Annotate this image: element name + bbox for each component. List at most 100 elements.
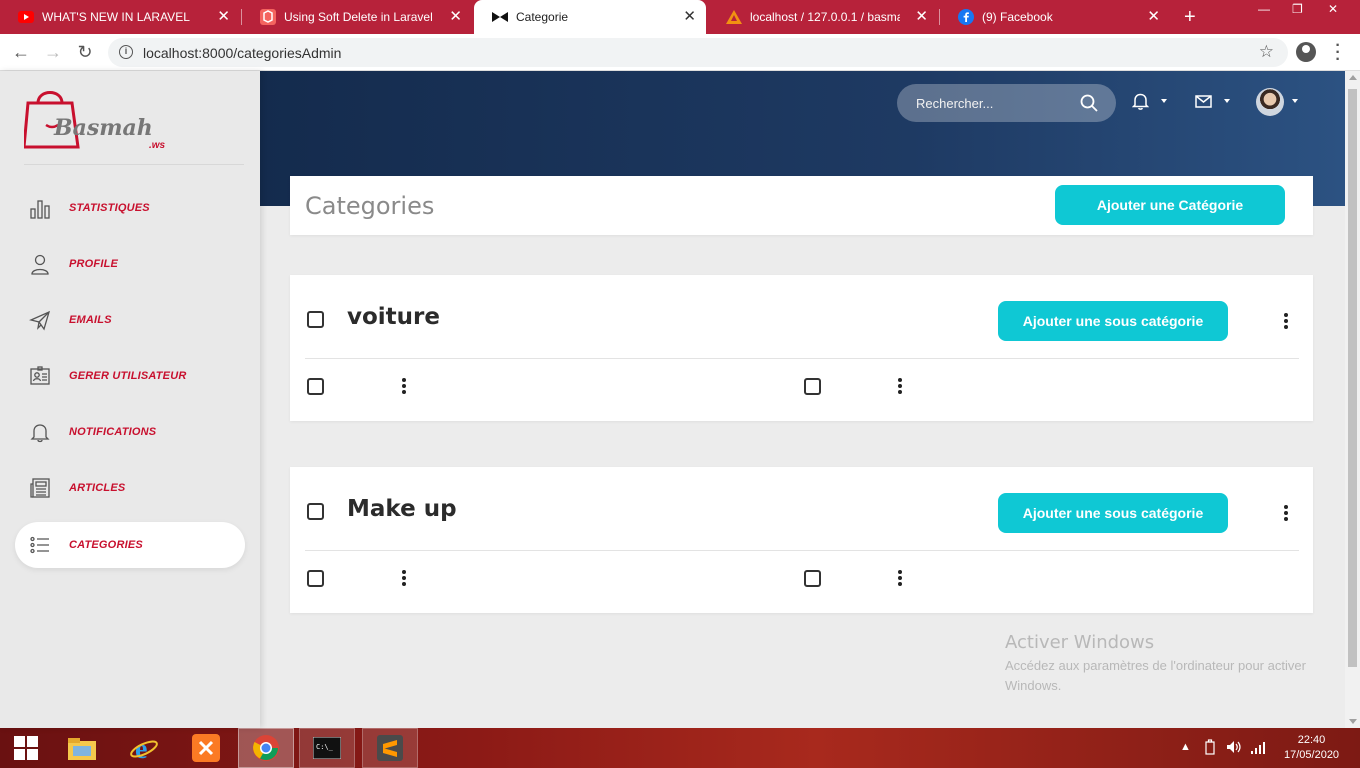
newspaper-icon: [28, 476, 52, 500]
volume-icon[interactable]: [1226, 739, 1242, 758]
watermark-title: Activer Windows: [1005, 632, 1155, 653]
tab-label: WHAT'S NEW IN LARAVEL 6 | Da: [42, 10, 192, 24]
bow-icon: [492, 9, 508, 25]
page-title: Categories: [305, 192, 435, 220]
close-icon[interactable]: ✕: [915, 9, 928, 24]
watermark-subtitle: Accédez aux paramètres de l'ordinateur p…: [1005, 658, 1306, 693]
forward-icon[interactable]: →: [42, 41, 64, 63]
more-options-icon[interactable]: [1283, 313, 1289, 331]
sidebar-item-profile[interactable]: PROFILE: [15, 241, 245, 287]
battery-icon[interactable]: [1202, 739, 1218, 758]
internet-explorer-icon[interactable]: e: [116, 728, 172, 768]
sidebar-item-label: PROFILE: [69, 258, 119, 270]
browser-tab[interactable]: (9) Facebook ✕: [940, 0, 1170, 34]
sidebar-item-articles[interactable]: ARTICLES: [15, 465, 245, 511]
close-icon[interactable]: ✕: [683, 9, 696, 24]
add-subcategory-button[interactable]: Ajouter une sous catégorie: [998, 493, 1228, 533]
scrollbar-thumb[interactable]: [1348, 89, 1357, 667]
subcategory-checkbox[interactable]: [307, 570, 324, 587]
search-placeholder: Rechercher...: [916, 96, 994, 111]
browser-tab-active[interactable]: Categorie ✕: [474, 0, 706, 34]
category-checkbox[interactable]: [307, 311, 324, 328]
windows-logo-icon: [14, 736, 38, 760]
close-icon[interactable]: ✕: [1147, 9, 1160, 24]
info-icon[interactable]: i: [119, 45, 133, 59]
sublime-text-icon[interactable]: [362, 728, 418, 768]
sidebar-item-label: NOTIFICATIONS: [69, 426, 157, 438]
account-icon[interactable]: [1296, 42, 1316, 62]
browser-tab[interactable]: Using Soft Delete in Laravel Eloq ✕: [242, 0, 472, 34]
subcategory-checkbox[interactable]: [307, 378, 324, 395]
more-options-icon[interactable]: [897, 378, 903, 396]
more-options-icon[interactable]: [1283, 505, 1289, 523]
file-explorer-icon[interactable]: [54, 728, 110, 768]
logo-suffix: .ws: [149, 140, 166, 151]
logo[interactable]: Basmah .ws: [22, 85, 184, 155]
minimize-icon[interactable]: —: [1258, 2, 1270, 16]
browser-tab[interactable]: WHAT'S NEW IN LARAVEL 6 | Da ✕: [0, 0, 240, 34]
sidebar-item-gerer-utilisateur[interactable]: GERER UTILISATEUR: [15, 353, 245, 399]
youtube-icon: [18, 9, 34, 25]
category-card: Make up Ajouter une sous catégorie: [290, 467, 1313, 613]
browser-tab[interactable]: localhost / 127.0.0.1 / basmahw ✕: [708, 0, 938, 34]
sidebar-item-categories[interactable]: CATEGORIES: [15, 522, 245, 568]
list-icon: [28, 533, 52, 557]
more-options-icon[interactable]: [401, 378, 407, 396]
more-options-icon[interactable]: [401, 570, 407, 588]
avatar[interactable]: [1256, 88, 1284, 116]
sidebar-item-emails[interactable]: EMAILS: [15, 297, 245, 343]
bell-icon[interactable]: [1131, 92, 1150, 115]
bookmark-star-icon[interactable]: ☆: [1259, 42, 1274, 62]
tray-expand-icon[interactable]: ▲: [1180, 741, 1191, 753]
url-text[interactable]: localhost:8000/categoriesAdmin: [143, 45, 341, 61]
chevron-down-icon[interactable]: [1224, 99, 1230, 103]
xampp-icon[interactable]: [178, 728, 234, 768]
laravel-icon: [260, 9, 276, 25]
bell-icon: [28, 420, 52, 444]
chevron-down-icon[interactable]: [1292, 99, 1298, 103]
window-close-icon[interactable]: ✕: [1328, 2, 1338, 16]
search-input[interactable]: Rechercher...: [897, 84, 1116, 122]
search-icon[interactable]: [1080, 94, 1098, 117]
chrome-icon[interactable]: [238, 728, 294, 768]
add-category-button[interactable]: Ajouter une Catégorie: [1055, 185, 1285, 225]
new-tab-button[interactable]: +: [1184, 7, 1196, 27]
close-icon[interactable]: ✕: [217, 9, 230, 24]
subcategory-checkbox[interactable]: [804, 378, 821, 395]
paper-plane-icon: [28, 308, 52, 332]
browser-menu-icon[interactable]: · · ·: [1333, 38, 1343, 68]
scroll-down-icon[interactable]: [1349, 719, 1357, 724]
scrollbar[interactable]: [1345, 71, 1360, 728]
clock-time: 22:40: [1297, 734, 1326, 746]
windows-activation-watermark: Activer Windows Accédez aux paramètres d…: [1005, 632, 1315, 696]
id-card-icon: [28, 364, 52, 388]
sidebar: Basmah .ws STATISTIQUES PROFILE EMAILS G…: [0, 71, 260, 728]
user-icon: [28, 252, 52, 276]
category-checkbox[interactable]: [307, 503, 324, 520]
more-options-icon[interactable]: [897, 570, 903, 588]
restore-icon[interactable]: ❐: [1292, 2, 1303, 16]
url-field[interactable]: i localhost:8000/categoriesAdmin ☆: [108, 38, 1288, 67]
system-clock[interactable]: 22:40 17/05/2020: [1284, 733, 1339, 763]
add-subcategory-button[interactable]: Ajouter une sous catégorie: [998, 301, 1228, 341]
chevron-down-icon[interactable]: [1161, 99, 1167, 103]
mail-icon[interactable]: [1195, 95, 1212, 113]
scroll-up-icon[interactable]: [1349, 75, 1357, 80]
sidebar-item-statistiques[interactable]: STATISTIQUES: [15, 185, 245, 231]
category-name: voiture: [347, 304, 440, 330]
tab-label: Categorie: [516, 10, 569, 24]
start-button[interactable]: [0, 728, 52, 768]
back-icon[interactable]: ←: [10, 41, 32, 63]
terminal-icon[interactable]: C:\_: [299, 728, 355, 768]
subcategory-checkbox[interactable]: [804, 570, 821, 587]
sidebar-item-label: EMAILS: [69, 314, 112, 326]
network-signal-icon[interactable]: [1250, 739, 1266, 758]
sidebar-item-notifications[interactable]: NOTIFICATIONS: [15, 409, 245, 455]
sidebar-item-label: GERER UTILISATEUR: [69, 370, 187, 382]
category-card: voiture Ajouter une sous catégorie: [290, 275, 1313, 421]
tab-label: localhost / 127.0.0.1 / basmahw: [750, 10, 900, 24]
close-icon[interactable]: ✕: [449, 9, 462, 24]
reload-icon[interactable]: ↻: [74, 41, 96, 63]
phpmyadmin-icon: [726, 9, 742, 25]
tab-label: Using Soft Delete in Laravel Eloq: [284, 10, 434, 24]
